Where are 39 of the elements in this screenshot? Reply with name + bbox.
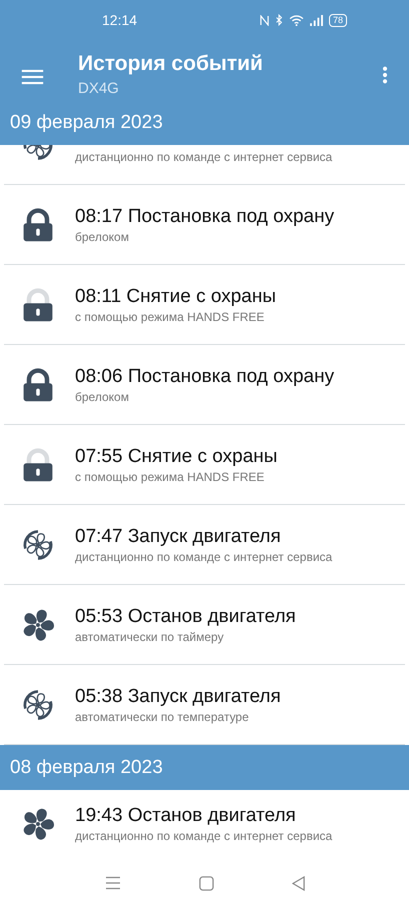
event-detail: дистанционно по команде с интернет сервиса [75, 828, 332, 844]
wifi-icon [288, 14, 304, 26]
more-options-button[interactable] [382, 66, 388, 84]
event-row[interactable]: 08:06 Постановка под охрану брелоком [4, 345, 405, 425]
bluetooth-icon [274, 14, 283, 26]
event-title: 05:38 Запуск двигателя [75, 684, 281, 708]
event-row[interactable]: 19:43 Останов двигателя дистанционно по команде с интернет сервиса [4, 790, 405, 858]
status-time: 12:14 [102, 12, 138, 28]
event-row[interactable]: 07:55 Снятие с охраны с помощью режима HANDS FREE [4, 425, 405, 505]
event-row[interactable]: 08:17 Постановка под охрану брелоком [4, 185, 405, 265]
event-detail: автоматически по температуре [75, 708, 250, 724]
event-detail: автоматически по таймеру [75, 628, 225, 644]
screen-title: История событий [78, 51, 263, 77]
event-detail: с помощью режима HANDS FREE [75, 468, 266, 484]
date-header: 09 февраля 2023 [0, 112, 409, 145]
event-detail: брелоком [75, 228, 130, 244]
device-name: DX4G [78, 79, 120, 99]
signal-icon [310, 14, 323, 26]
recent-apps-button[interactable] [104, 876, 120, 890]
event-row[interactable]: 08:11 Снятие с охраны с помощью режима HANDS FREE [4, 265, 405, 345]
event-title: 08:17 Постановка под охрану [75, 204, 334, 228]
event-row[interactable]: 05:53 Останов двигателя автоматически по таймеру [4, 585, 405, 665]
event-title: 05:53 Останов двигателя [75, 604, 296, 628]
event-detail: дистанционно по команде с интернет сервиса [75, 548, 332, 564]
battery-indicator: 78 [328, 14, 347, 26]
date-header: 08 февраля 2023 [0, 745, 409, 790]
event-detail: брелоком [75, 388, 130, 404]
event-row[interactable]: 07:47 Запуск двигателя дистанционно по команде с интернет сервиса [4, 505, 405, 585]
home-button[interactable] [198, 876, 214, 890]
event-title: 07:55 Снятие с охраны [75, 444, 278, 468]
event-title: 08:11 Снятие с охраны [75, 284, 276, 308]
menu-button[interactable] [21, 69, 44, 85]
nfc-icon [260, 14, 269, 26]
back-button[interactable] [292, 876, 304, 890]
event-title: 07:47 Запуск двигателя [75, 524, 282, 548]
event-title: 19:43 Останов двигателя [75, 804, 297, 828]
event-title: 08:06 Постановка под охрану [75, 364, 334, 388]
event-detail: дистанционно по команде с интернет сервиса [75, 149, 332, 165]
event-detail: с помощью режима HANDS FREE [75, 308, 266, 324]
